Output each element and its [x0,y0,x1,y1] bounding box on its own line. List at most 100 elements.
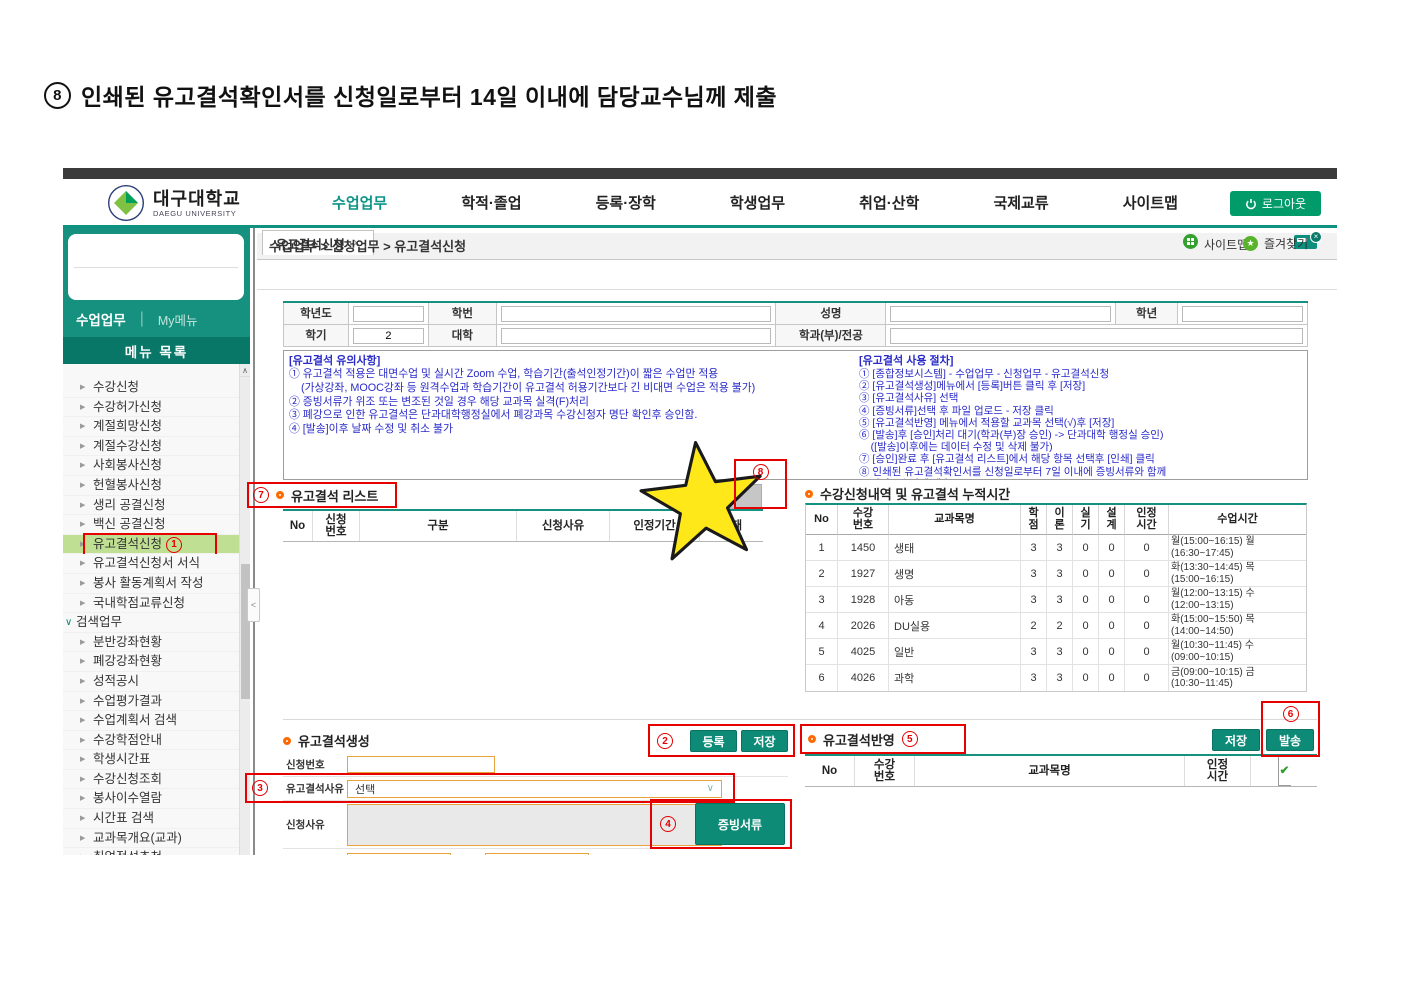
sidebar-menu-item[interactable]: 수강학점안내 [63,730,239,751]
notice-line: ③ [유고결석사유] 선택 [859,392,959,405]
label-name: 성명 [775,301,887,325]
sidebar-menu-item[interactable]: 분반강좌현황 [63,632,239,653]
annotation-box-send: 6 [1261,701,1320,757]
sidebar-menu-item[interactable]: 성적공시 [63,671,239,692]
college-input[interactable] [500,328,772,344]
cell-class-time: 화(13:30~14:45) 목(15:00~16:15) [1169,561,1306,587]
cell-practice: 0 [1073,535,1099,561]
sidebar-menu-item[interactable]: 취업적성추천 [63,848,239,855]
year-input[interactable] [352,306,424,323]
notice-line: ④ [발송]이후 날짜 수정 및 취소 불가 [289,423,453,436]
nav-item[interactable]: 등록·장학 [596,192,656,213]
nav-item[interactable]: 국제교류 [993,192,1048,213]
cell-practice: 0 [1073,665,1099,691]
university-name: 대구대학교 [153,188,241,209]
logout-label: 로그아웃 [1261,197,1307,211]
sidebar-menu-item[interactable]: 사회봉사신청 [63,456,239,476]
sidebar-menu-item[interactable]: 검색업무 [63,613,239,633]
annotation-badge-6: 6 [1282,706,1299,722]
save-apply-button[interactable]: 저장 [1212,729,1260,751]
sidebar-menu-item[interactable]: 봉사이수열람 [63,789,239,810]
sidebar-menu-item[interactable]: 계절수강신청 [63,436,239,457]
cell-no: 5 [806,639,838,665]
cell-theory: 3 [1047,561,1073,587]
cell-credit: 2 [1021,613,1047,639]
sitemap-label[interactable]: 사이트맵 [1204,236,1248,253]
request-no-input[interactable] [347,756,495,773]
scroll-up-icon[interactable]: ∧ [240,364,250,377]
sidebar-menu-item[interactable]: 수강신청조회 [63,769,239,790]
logout-button[interactable]: 로그아웃 [1230,191,1321,216]
grade-input[interactable] [1182,306,1303,323]
nav-item[interactable]: 취업·산학 [859,192,919,213]
section-divider [283,719,1317,720]
cell-credit: 3 [1021,587,1047,613]
sidebar-menu-item[interactable]: 생리 공결신청 [63,495,239,516]
menu-item-label: 봉사이수열람 [93,791,163,806]
sidebar-menu-item[interactable]: 폐강강좌현황 [63,652,239,672]
cell-theory: 3 [1047,535,1073,561]
notice-procedure-title: [유고결석 사용 절차] [859,355,954,367]
semester-input[interactable] [352,328,424,344]
notice-caution-lines: ① 유고결석 적용은 대면수업 및 실시간 Zoom 수업, 학습기간(출석인정… [289,368,855,437]
column-header: 인정 시간 [1125,505,1169,535]
annotation-box-list-title: 7 유고결석 리스트 [247,482,397,508]
select-all-checkbox[interactable]: ✔ [1277,756,1291,786]
sidebar-menu-item[interactable]: 계절희망신청 [63,417,239,437]
major-input[interactable] [890,328,1303,344]
enrollment-rows: 1 1450 생태 3 3 0 0 0 월(15:00~16:15) 월(16:… [806,535,1306,691]
scrollbar-thumb[interactable] [241,564,250,699]
sidebar-menu-item[interactable]: 헌혈봉사신청 [63,475,239,496]
cell-design: 0 [1099,639,1125,665]
sidebar-menu-item[interactable]: 수업계획서 검색 [63,711,239,731]
student-no-input[interactable] [500,306,772,323]
sidebar-menu-item[interactable]: 수강신청 [63,378,239,398]
cell-design: 0 [1099,561,1125,587]
label-year: 학년도 [283,301,349,325]
nav-item[interactable]: 학적·졸업 [461,192,521,213]
label-semester: 학기 [283,323,349,347]
menu-item-label: 수강신청 [93,380,140,394]
sidebar-menu-item[interactable]: 유고결석신청서 서식 [63,554,239,574]
annotation-box-print: 8 [734,459,787,509]
notice-line: (가상강좌, MOOC강좌 등 원격수업과 학습기간이 유고결석 허용기간보다 … [289,381,756,394]
sidebar-menu-item[interactable]: 봉사 활동계획서 작성 [63,573,239,594]
cell-recognized-hours: 0 [1125,587,1169,613]
university-logo[interactable]: 대구대학교 DAEGU UNIVERSITY [107,184,241,222]
sidebar-menu-item[interactable]: 수강허가신청 [63,397,239,418]
name-input[interactable] [890,306,1112,323]
sidebar-menu-item[interactable]: 교과목개요(교과) [63,828,239,849]
create-section-title-row: 유고결석생성 [283,731,370,750]
menu-item-label: 사회봉사신청 [93,458,163,473]
table-row: 5 4025 일반 3 3 0 0 0 월(10:30~11:45) 수(09:… [806,639,1306,665]
apply-section-title: 유고결석반영 [823,732,895,748]
nav-item[interactable]: 사이트맵 [1123,192,1178,213]
cell-theory: 3 [1047,665,1073,691]
column-header: 이 론 [1047,505,1073,535]
browser-chrome-bar [63,168,1337,179]
sitemap-icon[interactable] [1183,234,1198,249]
menu-item-label: 계절수강신청 [93,438,163,453]
menu-item-label: 폐강강좌현황 [93,654,163,669]
sidebar-menu-item[interactable]: 수업평가결과 [63,691,239,712]
menu-item-label: 학생시간표 [93,752,151,767]
tab-class-work[interactable]: 수업업무 [76,309,126,329]
breadcrumb: 수업업무 > 신청업무 > 유고결석신청 [269,239,467,254]
period-start-input[interactable] [347,852,451,855]
sidebar-menu-item[interactable]: 시간표 검색 [63,809,239,829]
table-row: 4 2026 DU실용 2 2 0 0 0 화(15:00~15:50) 목(1… [806,613,1306,639]
notice-line: ④ [증빙서류]선택 후 파일 업로드 - 저장 클릭 [859,404,1054,417]
tab-my-menu[interactable]: My메뉴 [158,310,198,329]
sidebar-menu-item[interactable]: 학생시간표 [63,750,239,770]
label-college: 대학 [427,323,497,347]
nav-item[interactable]: 수업업무 [332,192,387,213]
sidebar-collapse-handle[interactable]: < [247,588,260,622]
cell-credit: 3 [1021,561,1047,587]
section-bullet-icon [805,489,813,498]
favorite-button[interactable]: ★ 즐겨찾기 [1243,235,1308,252]
period-end-input[interactable] [485,852,590,855]
cell-course-name: 생태 [889,535,1021,561]
sidebar-menu-item[interactable]: 국내학점교류신청 [63,593,239,614]
sidebar-menu-item[interactable]: 유고결석신청1 [63,532,239,558]
nav-item[interactable]: 학생업무 [730,192,785,213]
